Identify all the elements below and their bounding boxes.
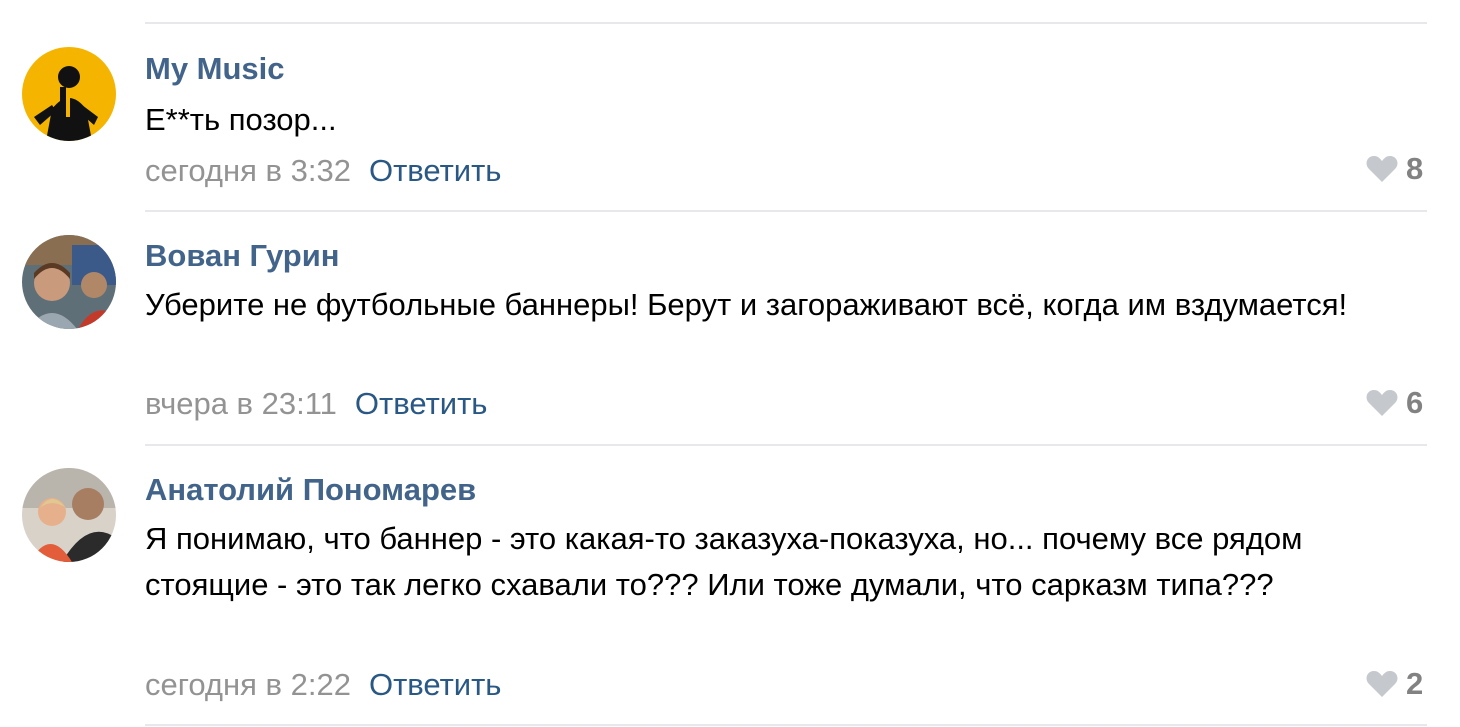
like-button[interactable]: 2	[1366, 665, 1423, 703]
like-count: 8	[1406, 151, 1424, 186]
heart-icon	[1366, 671, 1398, 697]
avatar[interactable]	[22, 47, 116, 141]
comment-author[interactable]: My Music	[145, 50, 285, 88]
musician-silhouette-icon	[22, 47, 116, 141]
reply-button[interactable]: Ответить	[369, 667, 502, 702]
divider	[145, 22, 1427, 24]
like-count: 6	[1406, 385, 1424, 420]
avatar[interactable]	[22, 235, 116, 329]
comment-text: Уберите не футбольные баннеры! Берут и з…	[145, 287, 1348, 322]
divider	[145, 444, 1427, 446]
like-count: 2	[1406, 666, 1424, 701]
comment-meta: сегодня в 3:32 Ответить	[145, 152, 501, 190]
comment-author[interactable]: Вован Гурин	[145, 237, 340, 275]
comment-text: Е**ть позор...	[145, 102, 337, 137]
reply-button[interactable]: Ответить	[355, 386, 488, 421]
divider	[145, 210, 1427, 212]
like-button[interactable]: 6	[1366, 384, 1423, 422]
comments-list: My Music Е**ть позор... сегодня в 3:32 От…	[0, 0, 1460, 727]
comment-meta: сегодня в 2:22 Ответить	[145, 666, 501, 704]
avatar[interactable]	[22, 468, 116, 562]
comment-author[interactable]: Анатолий Пономарев	[145, 471, 476, 509]
user-photo-avatar	[22, 235, 116, 329]
comment-time[interactable]: сегодня в 2:22	[145, 667, 351, 702]
comment-text: Я понимаю, что баннер - это какая-то зак…	[145, 521, 1303, 602]
comment-meta: вчера в 23:11 Ответить	[145, 385, 487, 423]
heart-icon	[1366, 390, 1398, 416]
reply-button[interactable]: Ответить	[369, 153, 502, 188]
user-photo-avatar	[22, 468, 116, 562]
heart-icon	[1366, 156, 1398, 182]
divider	[145, 724, 1427, 726]
comment-time[interactable]: вчера в 23:11	[145, 386, 337, 421]
comment-time[interactable]: сегодня в 3:32	[145, 153, 351, 188]
like-button[interactable]: 8	[1366, 150, 1423, 188]
